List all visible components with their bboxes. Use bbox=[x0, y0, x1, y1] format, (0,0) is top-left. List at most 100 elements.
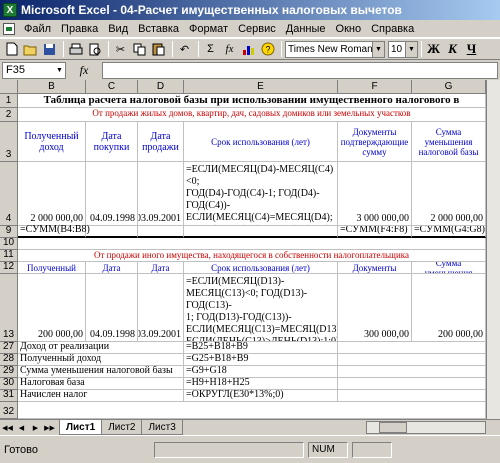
row-header[interactable]: 31 bbox=[0, 389, 18, 402]
next-sheet-icon[interactable]: ▶ bbox=[29, 421, 42, 434]
section-header-cell[interactable]: От продажи жилых домов, квартир, дач, са… bbox=[18, 108, 486, 122]
row-header[interactable]: 2 bbox=[0, 108, 18, 122]
data-cell[interactable]: 300 000,00 bbox=[338, 274, 412, 342]
tab-sheet1[interactable]: Лист1 bbox=[59, 420, 103, 435]
column-header-e[interactable]: E bbox=[184, 80, 338, 94]
menu-format[interactable]: Формат bbox=[184, 23, 233, 35]
italic-button[interactable]: К bbox=[444, 41, 461, 58]
name-box[interactable]: F35 ▼ bbox=[2, 61, 66, 79]
empty-cell[interactable] bbox=[86, 226, 138, 238]
row-header[interactable]: 12 bbox=[0, 261, 18, 274]
empty-row[interactable] bbox=[18, 402, 486, 419]
data-cell[interactable]: 04.09.1998 bbox=[86, 162, 138, 226]
workbook-icon[interactable] bbox=[3, 22, 15, 35]
empty-row[interactable] bbox=[18, 238, 486, 250]
chevron-down-icon[interactable]: ▼ bbox=[372, 41, 384, 57]
formula-cell[interactable]: =ЕСЛИ(МЕСЯЦ(D4)-МЕСЯЦ(C4)<0; ГОД(D4)-ГОД… bbox=[184, 162, 338, 226]
summary-label-cell[interactable]: Начислен налог bbox=[18, 390, 184, 402]
row-header[interactable]: 3 bbox=[0, 122, 18, 162]
sheet-title-cell[interactable]: Таблица расчета налоговой базы при испол… bbox=[18, 94, 486, 108]
total-cell[interactable]: =СУММ(G4:G8) bbox=[412, 226, 486, 238]
empty-cell[interactable] bbox=[338, 390, 486, 402]
cut-icon[interactable]: ✂ bbox=[112, 41, 129, 58]
header-cell[interactable]: Полученный bbox=[18, 262, 86, 274]
tab-sheet2[interactable]: Лист2 bbox=[101, 420, 143, 435]
data-cell[interactable]: 2 000 000,00 bbox=[412, 162, 486, 226]
last-sheet-icon[interactable]: ▶▶ bbox=[43, 421, 56, 434]
data-cell[interactable]: 03.09.2001 bbox=[138, 162, 184, 226]
header-cell[interactable]: Дата bbox=[138, 262, 184, 274]
excel-app-icon[interactable]: X bbox=[3, 3, 17, 17]
prev-sheet-icon[interactable]: ◀ bbox=[15, 421, 28, 434]
column-header-f[interactable]: F bbox=[338, 80, 412, 94]
summary-label-cell[interactable]: Налоговая база bbox=[18, 378, 184, 390]
summary-label-cell[interactable]: Доход от реализации bbox=[18, 342, 184, 354]
column-header-b[interactable]: B bbox=[18, 80, 86, 94]
scroll-thumb[interactable] bbox=[379, 422, 407, 433]
worksheet-grid[interactable]: B C D E F G 1 Таблица расчета налоговой … bbox=[0, 80, 500, 419]
vertical-scrollbar[interactable] bbox=[486, 80, 500, 419]
underline-button[interactable]: Ч bbox=[463, 41, 480, 58]
section-header-cell[interactable]: От продажи иного имущества, находящегося… bbox=[18, 250, 486, 262]
header-cell[interactable]: Документы подтверждающие сумму bbox=[338, 122, 412, 162]
formula-cell[interactable]: =G25+B18+B9 bbox=[184, 354, 338, 366]
font-size-select[interactable]: 10 ▼ bbox=[388, 40, 418, 58]
header-cell[interactable]: Полученный доход bbox=[18, 122, 86, 162]
open-folder-icon[interactable] bbox=[22, 41, 39, 58]
formula-input[interactable] bbox=[102, 61, 498, 79]
row-header[interactable]: 1 bbox=[0, 94, 18, 108]
first-sheet-icon[interactable]: ◀◀ bbox=[1, 421, 14, 434]
paste-icon[interactable] bbox=[150, 41, 167, 58]
column-header-c[interactable]: C bbox=[86, 80, 138, 94]
data-cell[interactable]: 04.09.1998 bbox=[86, 274, 138, 342]
total-cell[interactable]: =СУММ(B4:B8) bbox=[18, 224, 90, 238]
empty-cell[interactable] bbox=[338, 342, 486, 354]
header-cell[interactable]: Сумма уменьшения налоговой базы bbox=[412, 122, 486, 162]
column-header-g[interactable]: G bbox=[412, 80, 486, 94]
empty-cell[interactable] bbox=[338, 366, 486, 378]
data-cell[interactable]: 200 000,00 bbox=[18, 274, 86, 342]
save-icon[interactable] bbox=[41, 41, 58, 58]
total-cell[interactable]: =СУММ(F4:F8) bbox=[338, 226, 412, 238]
menu-view[interactable]: Вид bbox=[103, 23, 133, 35]
tab-sheet3[interactable]: Лист3 bbox=[141, 420, 183, 435]
header-cell[interactable]: Сумма уменьшения bbox=[412, 262, 486, 274]
header-cell[interactable]: Дата покупки bbox=[86, 122, 138, 162]
menu-data[interactable]: Данные bbox=[281, 23, 331, 35]
data-cell[interactable]: 2 000 000,00 bbox=[18, 162, 86, 226]
fx-label[interactable]: fx bbox=[66, 63, 102, 78]
formula-cell[interactable]: =ОКРУГЛ(E30*13%;0) bbox=[184, 390, 338, 402]
undo-icon[interactable]: ↶ bbox=[176, 41, 193, 58]
horizontal-scrollbar[interactable] bbox=[366, 421, 486, 434]
formula-cell[interactable]: =B25+B18+B9 bbox=[184, 342, 338, 354]
new-document-icon[interactable] bbox=[3, 41, 20, 58]
menu-help[interactable]: Справка bbox=[366, 23, 419, 35]
print-preview-icon[interactable] bbox=[86, 41, 103, 58]
formula-cell[interactable]: =ЕСЛИ(МЕСЯЦ(D13)- МЕСЯЦ(C13)<0; ГОД(D13)… bbox=[184, 274, 338, 342]
header-cell[interactable]: Срок использования (лет) bbox=[184, 262, 338, 274]
autosum-icon[interactable]: Σ bbox=[202, 41, 219, 58]
insert-function-icon[interactable]: fx bbox=[221, 41, 238, 58]
chart-wizard-icon[interactable] bbox=[240, 41, 257, 58]
formula-cell[interactable]: =G9+G18 bbox=[184, 366, 338, 378]
data-cell[interactable]: 3 000 000,00 bbox=[338, 162, 412, 226]
print-icon[interactable] bbox=[67, 41, 84, 58]
font-name-select[interactable]: Times New Roman Cyr ▼ bbox=[285, 40, 385, 58]
menu-insert[interactable]: Вставка bbox=[133, 23, 184, 35]
row-header[interactable]: 4 bbox=[0, 162, 18, 226]
summary-label-cell[interactable]: Сумма уменьшения налоговой базы bbox=[18, 366, 184, 378]
data-cell[interactable]: 200 000,00 bbox=[412, 274, 486, 342]
header-cell[interactable]: Срок использования (лет) bbox=[184, 122, 338, 162]
header-cell[interactable]: Дата продажи bbox=[138, 122, 184, 162]
menu-tools[interactable]: Сервис bbox=[233, 23, 281, 35]
summary-label-cell[interactable]: Полученный доход bbox=[18, 354, 184, 366]
menu-edit[interactable]: Правка bbox=[56, 23, 103, 35]
copy-icon[interactable] bbox=[131, 41, 148, 58]
help-icon[interactable]: ? bbox=[259, 41, 276, 58]
empty-cell[interactable] bbox=[138, 226, 184, 238]
select-all-corner[interactable] bbox=[0, 80, 18, 94]
header-cell[interactable]: Дата bbox=[86, 262, 138, 274]
menu-file[interactable]: Файл bbox=[19, 23, 56, 35]
empty-cell[interactable] bbox=[338, 354, 486, 366]
formula-cell[interactable]: =H9+H18+H25 bbox=[184, 378, 338, 390]
